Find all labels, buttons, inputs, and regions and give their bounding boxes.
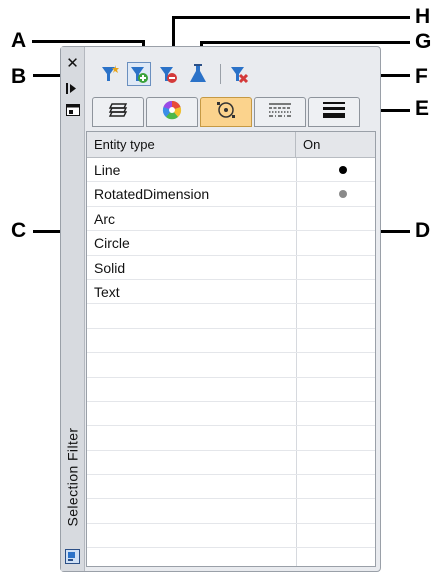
entity-type-cell: Solid	[94, 259, 126, 276]
lineweight-icon	[322, 101, 346, 124]
filter-star-icon[interactable]	[98, 62, 122, 86]
table-row[interactable]: Arc	[87, 207, 375, 232]
entity-type-cell: Line	[94, 162, 121, 178]
linetype-icon	[215, 100, 237, 125]
tab-layers[interactable]	[92, 97, 144, 127]
callout-a: A	[11, 29, 27, 52]
callout-c: C	[11, 219, 27, 242]
tab-lineweight[interactable]	[308, 97, 360, 127]
table-row[interactable]: RotatedDimension	[87, 182, 375, 207]
entity-type-cell: Text	[94, 283, 120, 300]
line-style-icon	[268, 101, 292, 124]
grid-header: Entity type On	[87, 132, 375, 158]
on-cell[interactable]	[296, 231, 375, 255]
properties-icon[interactable]	[64, 102, 81, 117]
table-row[interactable]: Text	[87, 280, 375, 305]
color-wheel-icon	[162, 100, 182, 125]
on-cell[interactable]	[296, 182, 375, 206]
on-cell[interactable]	[296, 256, 375, 280]
empty-row	[87, 304, 375, 329]
table-row[interactable]: Line	[87, 158, 375, 183]
table-row[interactable]: Circle	[87, 231, 375, 256]
on-cell[interactable]	[296, 158, 375, 182]
empty-row	[87, 499, 375, 524]
column-header-entity-type[interactable]: Entity type	[87, 132, 296, 157]
callout-b: B	[11, 65, 27, 88]
filter-clear-icon[interactable]	[227, 62, 251, 86]
layers-icon	[107, 101, 129, 124]
empty-row	[87, 548, 375, 566]
on-indicator-dot	[338, 166, 347, 174]
toolbar-separator	[220, 64, 221, 84]
entity-type-cell: Circle	[94, 235, 130, 252]
callout-g: G	[415, 30, 432, 53]
callout-f: F	[415, 65, 428, 88]
filter-remove-icon[interactable]	[156, 62, 180, 86]
empty-row	[87, 402, 375, 427]
tab-line-style[interactable]	[254, 97, 306, 127]
callout-d: D	[415, 219, 431, 242]
table-row[interactable]: Solid	[87, 256, 375, 280]
flask-icon[interactable]	[186, 62, 210, 86]
filter-add-icon[interactable]	[127, 62, 151, 86]
empty-row	[87, 524, 375, 549]
on-cell[interactable]	[296, 280, 375, 304]
empty-row	[87, 426, 375, 451]
entity-type-cell: Arc	[94, 210, 115, 227]
empty-row	[87, 451, 375, 476]
callout-e: E	[415, 97, 430, 120]
empty-row	[87, 378, 375, 402]
palette-title: Selection Filter	[64, 427, 81, 527]
empty-row	[87, 475, 375, 500]
column-header-on[interactable]: On	[296, 132, 375, 157]
auto-hide-icon[interactable]	[64, 81, 81, 96]
palette-menu-icon[interactable]	[65, 549, 80, 564]
grid-rows: Line RotatedDimension Arc Circle Solid Text	[87, 158, 375, 566]
empty-row	[87, 353, 375, 378]
entity-type-cell: RotatedDimension	[94, 186, 210, 203]
tab-color[interactable]	[146, 97, 198, 127]
on-indicator-dot	[338, 190, 347, 199]
entity-grid: Entity type On Line RotatedDimension Arc Ci…	[86, 131, 376, 567]
empty-row	[87, 329, 375, 354]
callout-h: H	[415, 5, 431, 28]
close-icon[interactable]: ✕	[64, 54, 81, 72]
on-cell[interactable]	[296, 207, 375, 231]
tab-linetype[interactable]	[200, 97, 252, 127]
